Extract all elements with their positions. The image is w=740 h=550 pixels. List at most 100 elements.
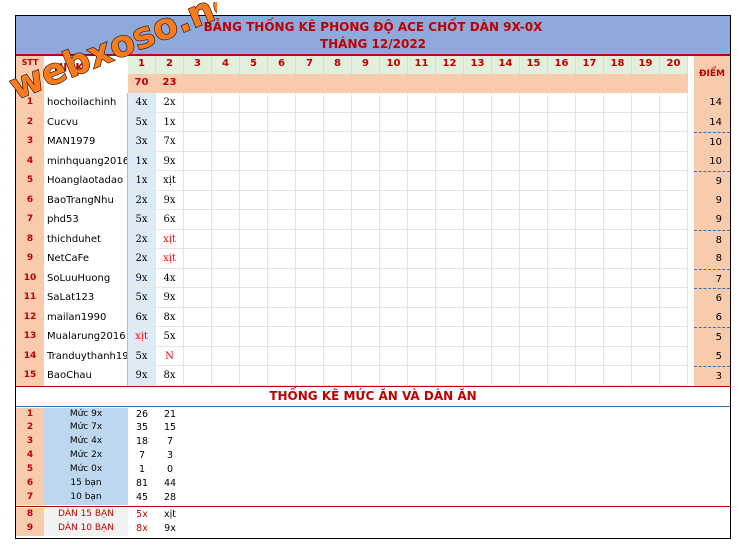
result-cell — [408, 132, 436, 152]
result-cell — [296, 132, 324, 152]
result-cell: 6x — [156, 210, 184, 230]
result-cell — [436, 307, 464, 327]
result-cell — [492, 327, 520, 347]
result-cell — [492, 229, 520, 249]
day-hit-count — [520, 74, 548, 93]
day-hit-count — [352, 74, 380, 93]
result-cell — [492, 307, 520, 327]
result-cell — [324, 346, 352, 366]
result-cell — [548, 268, 576, 288]
result-cell: 9x — [156, 190, 184, 210]
result-cell — [212, 210, 240, 230]
result-cell — [604, 268, 632, 288]
result-cell — [352, 112, 380, 132]
player-score: 8 — [694, 249, 730, 269]
result-cell — [464, 288, 492, 308]
result-cell — [520, 190, 548, 210]
result-cell: 1x — [128, 171, 156, 191]
player-nick: BaoTrangNhu — [44, 190, 128, 210]
result-cell — [268, 112, 296, 132]
result-cell — [296, 346, 324, 366]
result-cell — [296, 93, 324, 113]
result-cell — [380, 171, 408, 191]
result-cell — [492, 132, 520, 152]
result-cell — [548, 229, 576, 249]
result-cell — [268, 229, 296, 249]
result-cell — [660, 132, 688, 152]
result-cell — [240, 190, 268, 210]
result-cell — [380, 210, 408, 230]
player-score: 14 — [694, 112, 730, 132]
result-cell — [464, 366, 492, 386]
result-cell — [184, 249, 212, 269]
result-cell — [436, 288, 464, 308]
player-score: 3 — [694, 366, 730, 386]
result-cell — [184, 307, 212, 327]
result-cell — [268, 307, 296, 327]
result-cell — [632, 268, 660, 288]
player-nick: SaLat123 — [44, 288, 128, 308]
row-number: 2 — [16, 112, 44, 132]
result-cell — [604, 151, 632, 171]
result-cell — [352, 171, 380, 191]
result-cell — [240, 249, 268, 269]
result-cell — [436, 346, 464, 366]
row-number: 10 — [16, 268, 44, 288]
result-cell — [184, 268, 212, 288]
result-cell — [184, 366, 212, 386]
row-number: 5 — [16, 171, 44, 191]
result-cell: 2x — [128, 249, 156, 269]
stats-value: 18 — [135, 436, 149, 448]
result-cell — [548, 307, 576, 327]
result-cell — [352, 346, 380, 366]
result-cell — [324, 210, 352, 230]
result-cell — [660, 190, 688, 210]
result-cell — [408, 171, 436, 191]
result-cell — [380, 288, 408, 308]
day-column-header: 5 — [240, 55, 268, 74]
result-cell — [352, 151, 380, 171]
result-cell — [408, 346, 436, 366]
result-cell — [576, 132, 604, 152]
result-cell — [576, 249, 604, 269]
result-cell — [436, 112, 464, 132]
result-cell — [268, 288, 296, 308]
result-cell — [464, 307, 492, 327]
result-cell — [380, 112, 408, 132]
result-cell — [604, 190, 632, 210]
result-cell: 3x — [128, 132, 156, 152]
row-number: 9 — [16, 249, 44, 269]
stats-value: 26 — [135, 408, 149, 420]
result-cell — [464, 268, 492, 288]
result-cell — [212, 171, 240, 191]
result-cell: 9x — [128, 268, 156, 288]
result-cell — [212, 268, 240, 288]
result-cell — [492, 268, 520, 288]
result-cell — [408, 151, 436, 171]
day-hit-count — [324, 74, 352, 93]
result-cell — [520, 132, 548, 152]
result-cell — [296, 249, 324, 269]
result-cell — [576, 171, 604, 191]
result-cell — [464, 112, 492, 132]
result-cell: 2x — [128, 229, 156, 249]
result-cell — [408, 210, 436, 230]
result-cell — [380, 346, 408, 366]
stats-value: 45 — [135, 491, 149, 503]
result-cell — [548, 151, 576, 171]
result-cell — [268, 93, 296, 113]
result-cell — [408, 229, 436, 249]
player-score: 14 — [694, 93, 730, 113]
stats-value: 28 — [163, 491, 177, 503]
result-cell — [212, 190, 240, 210]
player-nick: BaoChau — [44, 366, 128, 386]
player-nick: NetCaFe — [44, 249, 128, 269]
day-hit-count — [268, 74, 296, 93]
result-cell — [520, 151, 548, 171]
result-cell — [352, 307, 380, 327]
result-cell — [352, 288, 380, 308]
result-cell — [492, 366, 520, 386]
result-cell — [604, 307, 632, 327]
result-cell — [632, 229, 660, 249]
result-cell — [660, 229, 688, 249]
